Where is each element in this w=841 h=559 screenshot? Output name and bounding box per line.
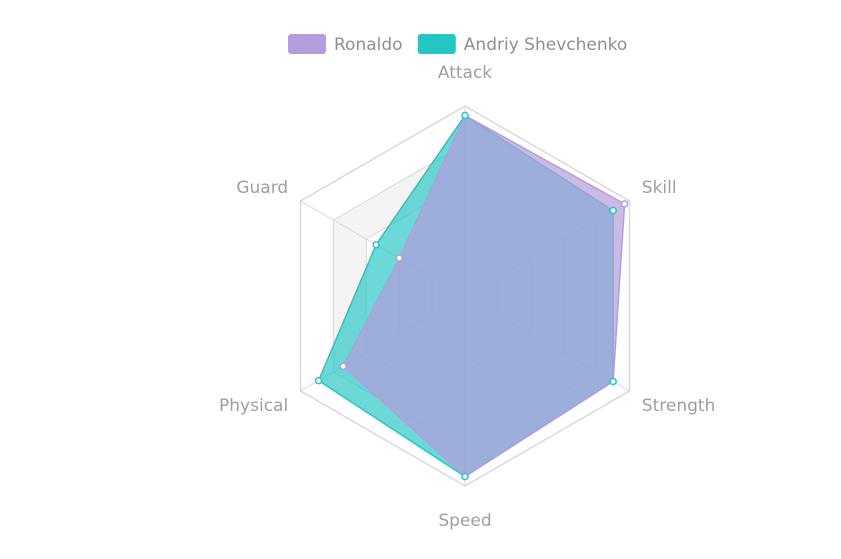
data-point-shevchenko[interactable] <box>372 240 380 249</box>
data-point-shevchenko[interactable] <box>609 377 617 386</box>
radar-chart-svg: Attack Skill Strength Speed Physical Guard Ro… <box>219 34 716 531</box>
data-point-shevchenko[interactable] <box>461 472 469 481</box>
legend-swatch-shevchenko[interactable] <box>417 34 456 54</box>
legend-swatch-ronaldo[interactable] <box>288 34 326 54</box>
data-point-ronaldo[interactable] <box>339 362 347 371</box>
legend-label-shevchenko[interactable]: Andriy Shevchenko <box>464 35 627 55</box>
data-point-shevchenko[interactable] <box>609 206 617 215</box>
legend: Ronaldo Andriy Shevchenko <box>288 34 627 55</box>
data-point-ronaldo[interactable] <box>620 200 629 208</box>
data-point-shevchenko[interactable] <box>314 376 323 385</box>
data-point-shevchenko[interactable] <box>461 111 469 120</box>
legend-label-ronaldo[interactable]: Ronaldo <box>334 35 403 55</box>
axis-label-attack: Attack <box>438 63 492 83</box>
axis-label-guard: Guard <box>236 178 288 198</box>
axis-label-speed: Speed <box>438 511 491 531</box>
axis-label-physical: Physical <box>219 396 288 416</box>
axis-label-skill: Skill <box>642 178 677 198</box>
radar-chart: Attack Skill Strength Speed Physical Guard Ro… <box>0 0 841 555</box>
data-point-ronaldo[interactable] <box>395 254 403 262</box>
axis-label-strength: Strength <box>642 396 716 416</box>
